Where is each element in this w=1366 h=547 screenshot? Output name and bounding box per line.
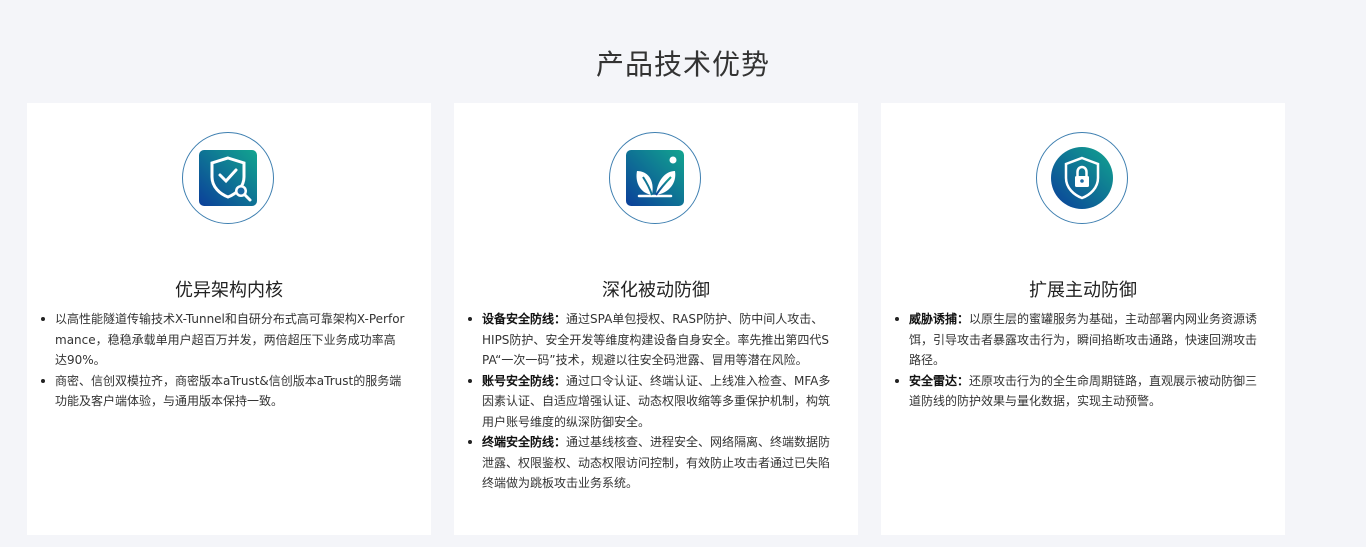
- feature-list: 以高性能隧道传输技术X-Tunnel和自研分布式高可靠架构X-Performan…: [41, 309, 405, 412]
- card-title: 扩展主动防御: [1029, 280, 1137, 301]
- shield-check-search-icon: [199, 150, 257, 206]
- card-passive-defense: 深化被动防御 设备安全防线：通过SPA单包授权、RASP防护、防中间人攻击、HI…: [454, 103, 858, 535]
- card-title: 深化被动防御: [602, 280, 710, 301]
- list-item: 设备安全防线：通过SPA单包授权、RASP防护、防中间人攻击、HIPS防护、安全…: [468, 309, 832, 371]
- list-item: 终端安全防线：通过基线核查、进程安全、网络隔离、终端数据防泄露、权限鉴权、动态权…: [468, 432, 832, 494]
- list-item: 安全雷达：还原攻击行为的全生命周期链路，直观展示被动防御三道防线的防护效果与量化…: [895, 371, 1259, 412]
- card-title: 优异架构内核: [175, 280, 283, 301]
- icon-ring: [609, 132, 701, 224]
- card-active-defense: 扩展主动防御 威胁诱捕：以原生层的蜜罐服务为基础，主动部署内网业务资源诱饵，引导…: [881, 103, 1285, 535]
- list-item: 威胁诱捕：以原生层的蜜罐服务为基础，主动部署内网业务资源诱饵，引导攻击者暴露攻击…: [895, 309, 1259, 371]
- icon-ring: [1036, 132, 1128, 224]
- list-item: 以高性能隧道传输技术X-Tunnel和自研分布式高可靠架构X-Performan…: [41, 309, 405, 371]
- list-item: 商密、信创双模拉齐，商密版本aTrust&信创版本aTrust的服务端功能及客户…: [41, 371, 405, 412]
- icon-ring: [182, 132, 274, 224]
- shield-lock-icon: [1051, 147, 1113, 209]
- leaf-icon: [626, 150, 684, 206]
- card-excellent-architecture: 优异架构内核 以高性能隧道传输技术X-Tunnel和自研分布式高可靠架构X-Pe…: [27, 103, 431, 535]
- feature-list: 威胁诱捕：以原生层的蜜罐服务为基础，主动部署内网业务资源诱饵，引导攻击者暴露攻击…: [895, 309, 1259, 412]
- list-item: 账号安全防线：通过口令认证、终端认证、上线准入检查、MFA多因素认证、自适应增强…: [468, 371, 832, 433]
- feature-list: 设备安全防线：通过SPA单包授权、RASP防护、防中间人攻击、HIPS防护、安全…: [468, 309, 832, 494]
- section-title: 产品技术优势: [595, 48, 770, 81]
